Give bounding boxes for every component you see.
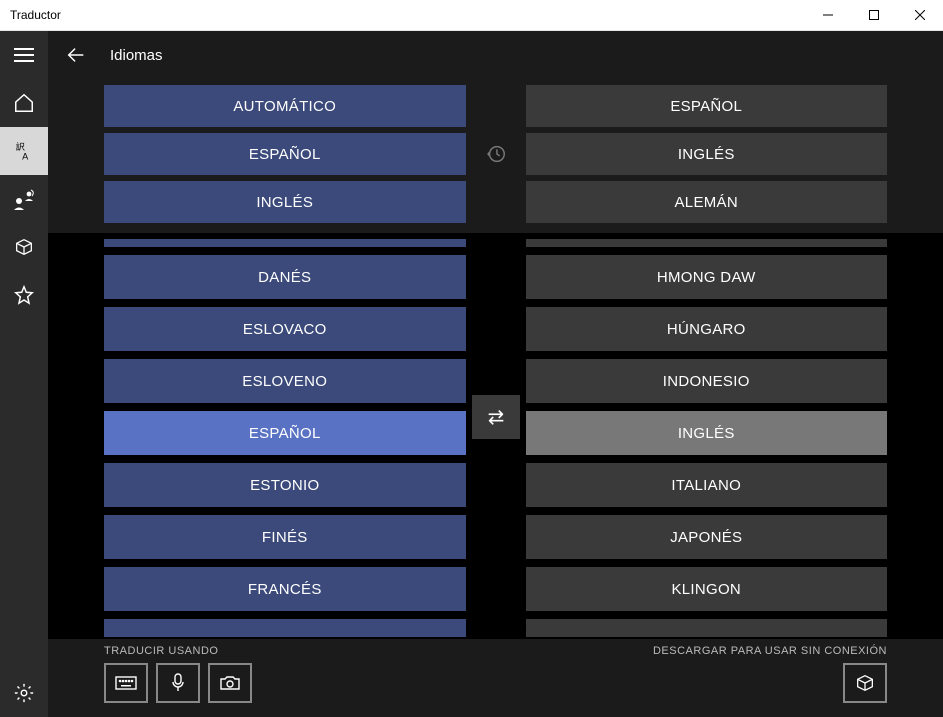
source-list-item[interactable]: FRANCÉS xyxy=(104,567,466,611)
bottom-bar: TRADUCIR USANDO DESCARGAR PARA USAR SIN … xyxy=(48,639,943,717)
target-list-item[interactable]: INGLÉS xyxy=(526,411,888,455)
header: Idiomas xyxy=(48,31,943,79)
phrasebook-icon[interactable] xyxy=(0,223,48,271)
settings-icon[interactable] xyxy=(0,669,48,717)
svg-text:A: A xyxy=(22,151,29,161)
source-pinned-2[interactable]: INGLÉS xyxy=(104,181,466,223)
source-list-item[interactable]: ESPAÑOL xyxy=(104,411,466,455)
home-icon[interactable] xyxy=(0,79,48,127)
source-list-item[interactable]: ESLOVENO xyxy=(104,359,466,403)
hamburger-icon[interactable] xyxy=(0,31,48,79)
source-pinned-1[interactable]: ESPAÑOL xyxy=(104,133,466,175)
source-list-item[interactable]: DANÉS xyxy=(104,255,466,299)
back-button[interactable] xyxy=(58,37,94,73)
swap-languages-button[interactable] xyxy=(472,395,520,439)
history-icon xyxy=(485,143,507,165)
close-button[interactable] xyxy=(897,0,943,31)
window-titlebar: Traductor xyxy=(0,0,943,31)
camera-input-button[interactable] xyxy=(208,663,252,703)
minimize-button[interactable] xyxy=(805,0,851,31)
download-offline-label: DESCARGAR PARA USAR SIN CONEXIÓN xyxy=(653,645,887,657)
target-list-partial-top[interactable] xyxy=(526,239,888,247)
target-list-item[interactable]: HÚNGARO xyxy=(526,307,888,351)
target-list-item[interactable]: ITALIANO xyxy=(526,463,888,507)
download-pack-button[interactable] xyxy=(843,663,887,703)
target-list-partial-bottom[interactable] xyxy=(526,619,888,637)
target-list-item[interactable]: INDONESIO xyxy=(526,359,888,403)
source-language-list[interactable]: DANÉS ESLOVACO ESLOVENO ESPAÑOL ESTONIO FINÉS… xyxy=(48,239,472,639)
keyboard-input-button[interactable] xyxy=(104,663,148,703)
page-title: Idiomas xyxy=(110,47,163,64)
favorites-icon[interactable] xyxy=(0,271,48,319)
target-pinned-2[interactable]: ALEMÁN xyxy=(526,181,888,223)
target-pinned-1[interactable]: INGLÉS xyxy=(526,133,888,175)
maximize-button[interactable] xyxy=(851,0,897,31)
target-list-item[interactable]: KLINGON xyxy=(526,567,888,611)
conversation-icon[interactable] xyxy=(0,175,48,223)
source-list-item[interactable]: ESLOVACO xyxy=(104,307,466,351)
voice-input-button[interactable] xyxy=(156,663,200,703)
target-pinned-0[interactable]: ESPAÑOL xyxy=(526,85,888,127)
source-list-item[interactable]: ESTONIO xyxy=(104,463,466,507)
translate-using-label: TRADUCIR USANDO xyxy=(104,645,218,657)
language-lists: DANÉS ESLOVACO ESLOVENO ESPAÑOL ESTONIO FINÉS… xyxy=(48,233,943,639)
source-list-partial-top[interactable] xyxy=(104,239,466,247)
source-list-partial-bottom[interactable] xyxy=(104,619,466,637)
target-language-list[interactable]: HMONG DAW HÚNGARO INDONESIO INGLÉS ITALIANO J… xyxy=(520,239,943,639)
sidebar: 訳 A xyxy=(0,31,48,717)
source-pinned-0[interactable]: AUTOMÁTICO xyxy=(104,85,466,127)
window-title: Traductor xyxy=(0,8,805,22)
target-list-item[interactable]: HMONG DAW xyxy=(526,255,888,299)
source-list-item[interactable]: FINÉS xyxy=(104,515,466,559)
target-list-item[interactable]: JAPONÉS xyxy=(526,515,888,559)
pinned-languages-panel: AUTOMÁTICO ESPAÑOL INGLÉS ESPAÑOL INGLÉS… xyxy=(48,79,943,233)
languages-icon[interactable]: 訳 A xyxy=(0,127,48,175)
